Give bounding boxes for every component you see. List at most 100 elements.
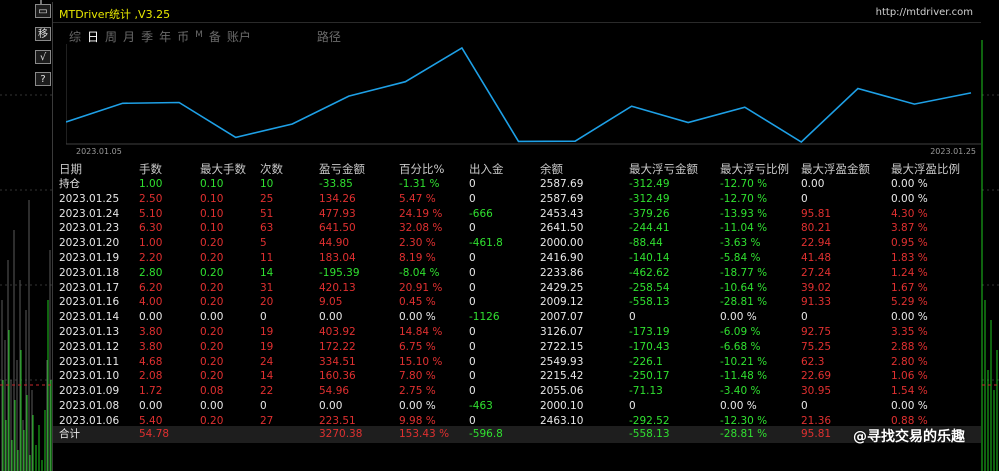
cell-2: 0.10 (200, 192, 224, 205)
cell-3: 5 (260, 237, 267, 250)
cell-0: 2023.01.13 (59, 325, 120, 338)
table-row: 2023.01.20 1.00 0.20 5 44.90 2.30 % -461.8 2000… (59, 236, 979, 251)
cell-2: 0.20 (200, 281, 224, 294)
cell-9: -13.93 % (720, 207, 768, 220)
cell-0: 2023.01.08 (59, 399, 120, 412)
cell-2: 0.20 (200, 370, 224, 383)
move-button[interactable]: 移 (35, 27, 51, 41)
cell-5: 15.10 % (399, 355, 443, 368)
cell-6: 0 (469, 385, 476, 398)
minimize-button[interactable]: ▭ (35, 4, 51, 18)
cell-11: 1.54 % (891, 385, 928, 398)
cell-5: 2.30 % (399, 237, 436, 250)
cell-5: 24.19 % (399, 207, 443, 220)
cell-8: -462.62 (629, 266, 670, 279)
header-cell-3: 次数 (260, 162, 283, 176)
table-row: 2023.01.11 4.68 0.20 24 334.51 15.10 % 0 2549.9… (59, 355, 979, 370)
cell-10: 41.48 (801, 251, 832, 264)
cell-6: -666 (469, 207, 493, 220)
cell-10: 0 (801, 311, 808, 324)
cell-4: 334.51 (319, 355, 356, 368)
tab-9[interactable]: 账户 (227, 28, 251, 44)
cell-7: 2007.07 (540, 311, 584, 324)
cell-10: 22.94 (801, 237, 832, 250)
cell-7: 2429.25 (540, 281, 584, 294)
tab-8[interactable]: 备 (209, 28, 221, 44)
tab-6[interactable]: 币 (177, 28, 189, 44)
cell-8: -71.13 (629, 385, 663, 398)
cell-3: 14 (260, 370, 274, 383)
cell-7: 2641.50 (540, 222, 584, 235)
cell-9: -10.64 % (720, 281, 768, 294)
cell-4: 160.36 (319, 370, 356, 383)
tab-4[interactable]: 季 (141, 28, 153, 44)
cell-4: 403.92 (319, 325, 356, 338)
header-cell-4: 盈亏金额 (319, 162, 365, 176)
cell-5: 7.80 % (399, 370, 436, 383)
tab-7[interactable]: M (195, 30, 203, 44)
cell-1: 3.80 (139, 340, 163, 353)
cell-5: 0.45 % (399, 296, 436, 309)
header-cell-5: 百分比% (399, 162, 445, 176)
tab-0[interactable]: 综 (69, 28, 81, 44)
cell-0: 2023.01.19 (59, 251, 120, 264)
cell-8: -258.54 (629, 281, 670, 294)
cell-6: 0 (469, 192, 476, 205)
cell-5: 6.75 % (399, 340, 436, 353)
tab-5[interactable]: 年 (159, 28, 171, 44)
cell-0: 2023.01.11 (59, 355, 120, 368)
cell-4: 641.50 (319, 222, 356, 235)
cell-1: 4.00 (139, 296, 163, 309)
tab-1[interactable]: 日 (87, 28, 99, 44)
cell-8: -88.44 (629, 237, 663, 250)
title-bar: MTDriver统计 ,V3.25 http://mtdriver.com (53, 2, 981, 23)
daily-statistics-table: 日期 手数 最大手数 次数 盈亏金额 百分比% 出入金 余额 最大浮亏金额 最大浮亏比例 最大浮盈金… (59, 161, 979, 443)
cell-1: 6.20 (139, 281, 163, 294)
cell-3: 10 (260, 178, 274, 190)
header-cell-9: 最大浮亏比例 (720, 162, 789, 176)
cell-11: 1.83 % (891, 251, 928, 264)
cell-3: 19 (260, 325, 274, 338)
cell-10: 92.75 (801, 325, 832, 338)
cell-5: 2.75 % (399, 385, 436, 398)
help-button[interactable]: ? (35, 72, 51, 86)
tab-2[interactable]: 周 (105, 28, 117, 44)
cell-7: 2722.15 (540, 340, 584, 353)
cell-8: -140.14 (629, 251, 670, 264)
cell-4: 134.26 (319, 192, 356, 205)
cell-5: 0.00 % (399, 311, 436, 324)
table-row: 2023.01.13 3.80 0.20 19 403.92 14.84 % 0 3126.0… (59, 325, 979, 340)
cell-9: -3.63 % (720, 237, 761, 250)
cell-5: 32.08 % (399, 222, 443, 235)
cell-10: 27.24 (801, 266, 832, 279)
cell-10: 75.25 (801, 340, 832, 353)
cell-5: 153.43 % (399, 428, 450, 440)
cell-10: 95.81 (801, 207, 832, 220)
table-row-total: 合计 54.78 3270.38 153.43 % -596.8 -558.13 -28.8… (59, 427, 979, 442)
cell-2: 0.20 (200, 325, 224, 338)
cell-6: 0 (469, 296, 476, 309)
check-button[interactable]: √ (35, 50, 51, 64)
cell-11: 3.87 % (891, 222, 928, 235)
header-cell-2: 最大手数 (200, 162, 246, 176)
cell-9: -11.04 % (720, 222, 768, 235)
cell-2: 0.20 (200, 237, 224, 250)
table-row: 2023.01.18 2.80 0.20 14 -195.39 -8.04 % 0 2233.… (59, 266, 979, 281)
cell-4: 183.04 (319, 251, 356, 264)
cell-9: -5.84 % (720, 251, 761, 264)
table-row: 2023.01.12 3.80 0.20 19 172.22 6.75 % 0 2722.15… (59, 340, 979, 355)
website-link[interactable]: http://mtdriver.com (876, 7, 973, 18)
tab-10[interactable]: 路径 (317, 28, 341, 44)
cell-4: 172.22 (319, 340, 356, 353)
cell-2: 0.20 (200, 355, 224, 368)
table-row: 2023.01.19 2.20 0.20 11 183.04 8.19 % 0 2416.90… (59, 251, 979, 266)
tab-3[interactable]: 月 (123, 28, 135, 44)
total-row: 合计 54.78 3270.38 153.43 % -596.8 -558.13 -28.8… (59, 427, 979, 442)
cell-1: 1.00 (139, 237, 163, 250)
cell-5: 14.84 % (399, 325, 443, 338)
header-cell-1: 手数 (139, 162, 162, 176)
cell-3: 20 (260, 296, 274, 309)
balance-line-chart: 2023.01.05 2023.01.25 (66, 44, 981, 156)
cell-7: 2000.00 (540, 237, 584, 250)
cell-9: 0.00 % (720, 399, 757, 412)
